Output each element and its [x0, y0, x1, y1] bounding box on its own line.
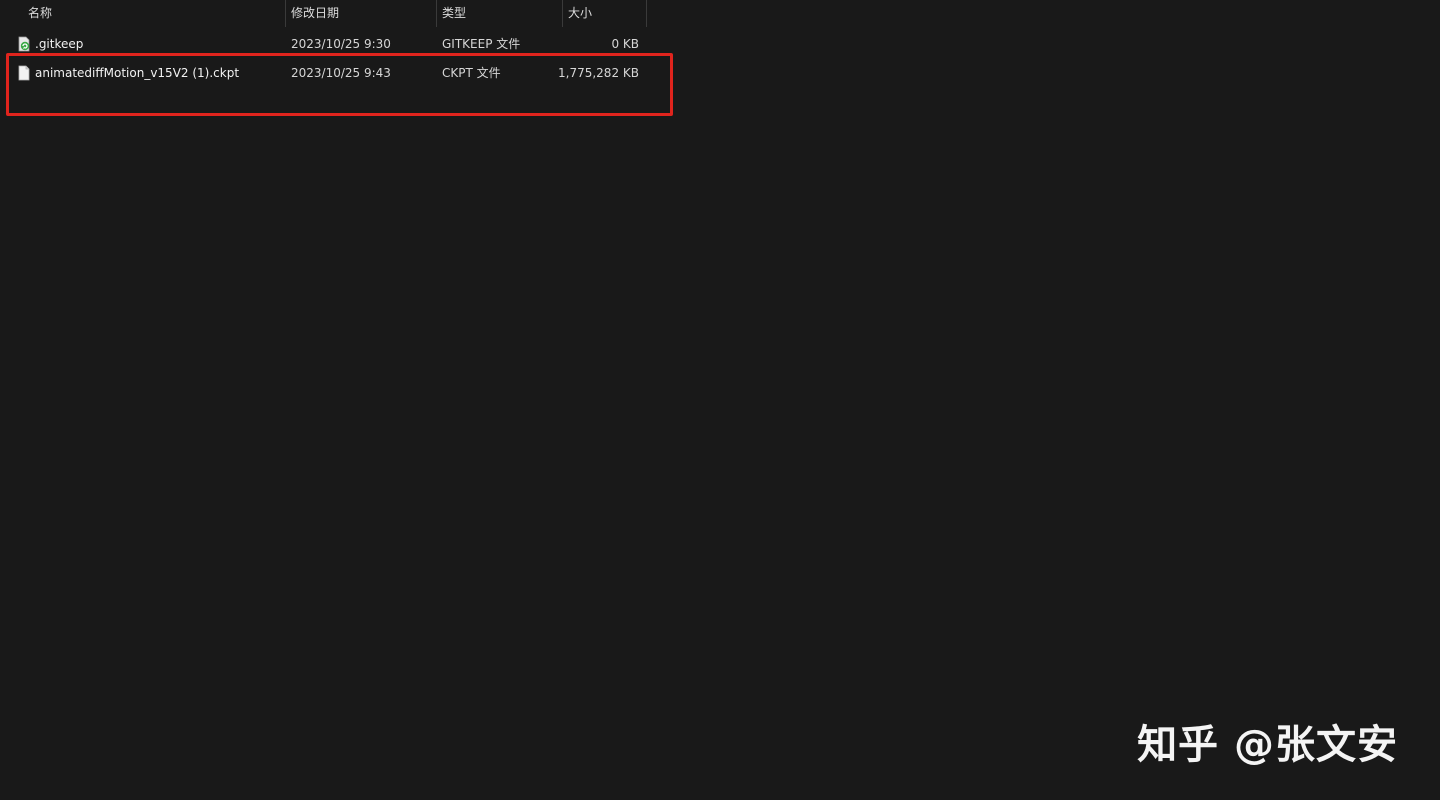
file-explorer-window: ^ 名称 修改日期 类型 大小 .gitkeep 2023/10/25 9:30… [0, 0, 1440, 800]
gitkeep-file-icon [18, 36, 30, 52]
column-header-row: ^ 名称 修改日期 类型 大小 [0, 0, 648, 27]
highlight-box [6, 53, 673, 116]
column-header-date[interactable]: 修改日期 [291, 0, 435, 27]
column-header-size[interactable]: 大小 [568, 0, 646, 27]
column-divider[interactable] [646, 0, 647, 27]
column-divider[interactable] [436, 0, 437, 27]
column-divider[interactable] [562, 0, 563, 27]
column-header-type[interactable]: 类型 [442, 0, 562, 27]
watermark: 知乎 @张文安 [1137, 722, 1398, 768]
column-divider[interactable] [285, 0, 286, 27]
column-header-name[interactable]: 名称 [28, 0, 284, 27]
